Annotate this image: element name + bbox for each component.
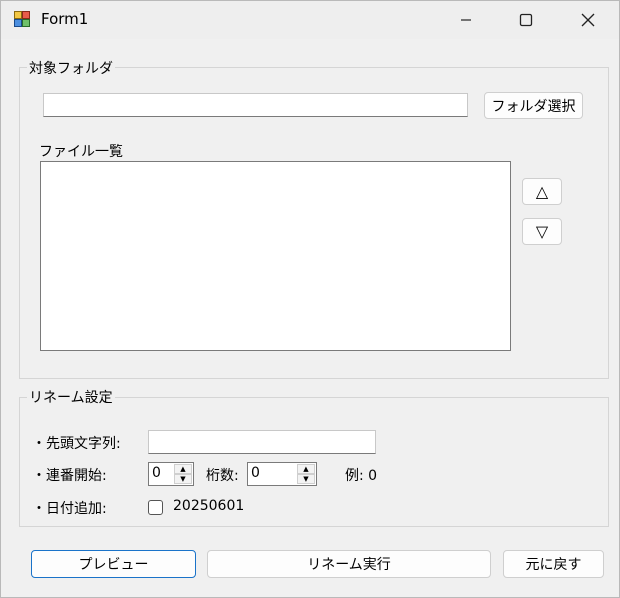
seq-start-value: 0 — [152, 465, 161, 481]
rename-button[interactable]: リネーム実行 — [207, 550, 491, 578]
file-list-label: ファイル一覧 — [39, 144, 123, 160]
move-down-button[interactable]: ▽ — [522, 218, 562, 245]
example-label: 例: 0 — [345, 468, 378, 484]
close-icon — [581, 13, 595, 27]
triangle-up-icon: △ — [535, 182, 549, 201]
seq-start-label: ・連番開始: — [32, 468, 107, 484]
maximize-button[interactable] — [503, 1, 549, 39]
folder-path-input[interactable] — [43, 93, 468, 117]
form1-window: Form1 対象フォルダ フォルダ選択 ファイル一覧 △ ▽ リネーム設定 ・先… — [0, 0, 620, 598]
undo-button[interactable]: 元に戻す — [503, 550, 604, 578]
stepper-up-icon[interactable]: ▲ — [297, 464, 315, 474]
window-title: Form1 — [41, 10, 89, 28]
app-icon — [14, 11, 30, 27]
prefix-label: ・先頭文字列: — [32, 436, 121, 452]
file-listbox[interactable] — [40, 161, 511, 351]
maximize-icon — [519, 13, 533, 27]
folder-group-label: 対象フォルダ — [27, 58, 115, 78]
digits-value: 0 — [251, 465, 260, 481]
folder-select-button[interactable]: フォルダ選択 — [484, 92, 583, 119]
seq-start-stepper[interactable]: 0 ▲ ▼ — [148, 462, 194, 486]
preview-button[interactable]: プレビュー — [31, 550, 196, 578]
close-button[interactable] — [565, 1, 611, 39]
move-up-button[interactable]: △ — [522, 178, 562, 205]
minimize-button[interactable] — [443, 1, 489, 39]
triangle-down-icon: ▽ — [535, 222, 549, 241]
stepper-down-icon[interactable]: ▼ — [174, 474, 192, 484]
rename-group-label: リネーム設定 — [27, 387, 115, 407]
date-label: ・日付追加: — [32, 501, 107, 517]
prefix-input[interactable] — [148, 430, 376, 454]
title-bar[interactable]: Form1 — [1, 1, 619, 39]
digits-stepper[interactable]: 0 ▲ ▼ — [247, 462, 317, 486]
stepper-up-icon[interactable]: ▲ — [174, 464, 192, 474]
date-checkbox[interactable] — [148, 500, 163, 515]
minimize-icon — [461, 19, 471, 21]
date-value-label[interactable]: 20250601 — [173, 498, 244, 514]
stepper-down-icon[interactable]: ▼ — [297, 474, 315, 484]
digits-label: 桁数: — [206, 468, 239, 484]
